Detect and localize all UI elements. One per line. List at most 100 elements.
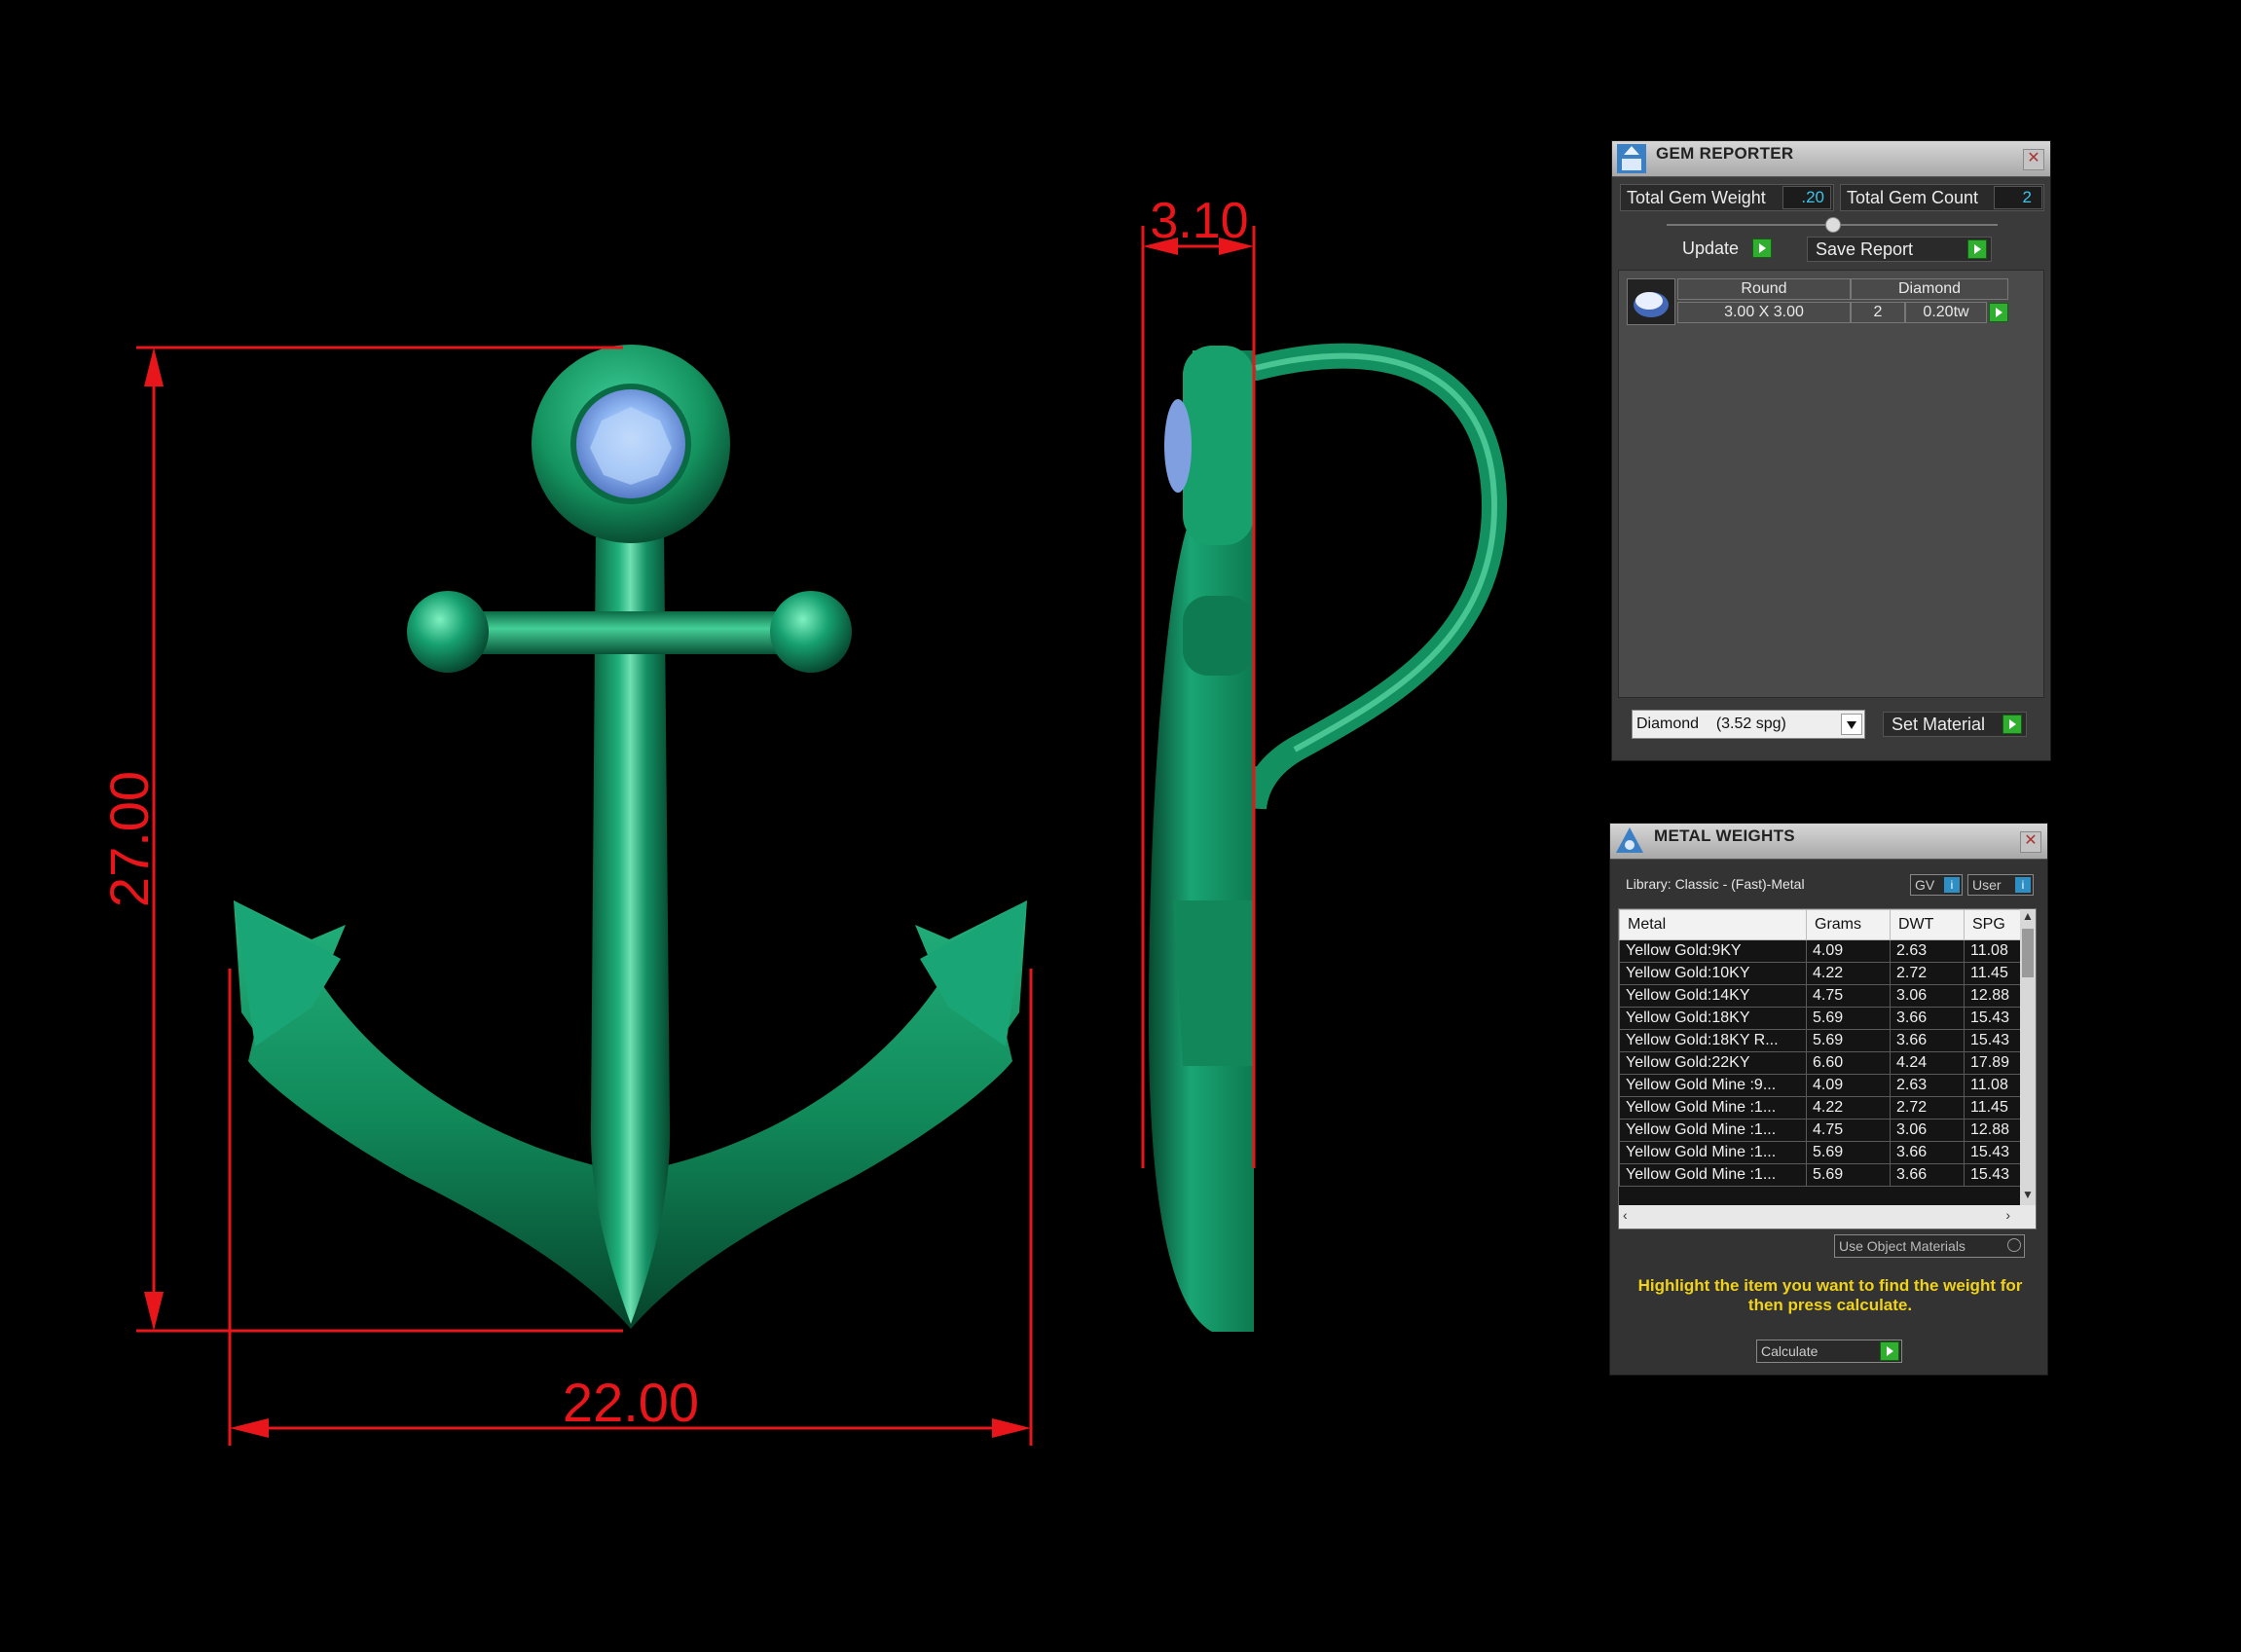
dwt-cell: 3.06 bbox=[1890, 1119, 1965, 1142]
use-object-materials-checkbox[interactable]: Use Object Materials bbox=[1834, 1234, 2025, 1258]
calculate-play-icon[interactable] bbox=[1880, 1341, 1899, 1361]
grams-cell: 6.60 bbox=[1806, 1051, 1891, 1075]
table-row[interactable]: Yellow Gold Mine :1... 4.75 3.06 12.88 bbox=[1619, 1119, 2021, 1142]
total-gem-weight-text: .20 bbox=[1801, 188, 1824, 206]
update-button[interactable]: Update bbox=[1674, 237, 1776, 262]
gem-list-item[interactable]: Round Diamond 3.00 X 3.00 2 0.20tw bbox=[1627, 278, 2008, 327]
metal-cell: Yellow Gold:9KY bbox=[1619, 939, 1807, 963]
table-row[interactable]: Yellow Gold Mine :9... 4.09 2.63 11.08 bbox=[1619, 1074, 2021, 1097]
spg-cell: 12.88 bbox=[1964, 1119, 2021, 1142]
user-toggle[interactable]: User i bbox=[1967, 874, 2034, 896]
metal-cell: Yellow Gold:22KY bbox=[1619, 1051, 1807, 1075]
dwt-cell: 3.66 bbox=[1890, 1163, 1965, 1187]
dwt-cell: 4.24 bbox=[1890, 1051, 1965, 1075]
table-row[interactable]: Yellow Gold:18KY 5.69 3.66 15.43 bbox=[1619, 1007, 2021, 1030]
gv-toggle[interactable]: GV i bbox=[1910, 874, 1963, 896]
table-row[interactable]: Yellow Gold:9KY 4.09 2.63 11.08 bbox=[1619, 939, 2021, 963]
metal-table-container: Metal Grams DWT SPG Yellow Gold:9KY 4.09 2… bbox=[1618, 908, 2037, 1230]
metal-cell: Yellow Gold:18KY R... bbox=[1619, 1029, 1807, 1052]
spg-cell: 15.43 bbox=[1964, 1007, 2021, 1030]
table-row[interactable]: Yellow Gold Mine :1... 5.69 3.66 15.43 bbox=[1619, 1163, 2021, 1187]
calculate-button[interactable]: Calculate bbox=[1756, 1340, 1902, 1363]
spg-cell: 12.88 bbox=[1964, 984, 2021, 1008]
grams-cell: 4.75 bbox=[1806, 984, 1891, 1008]
set-material-label: Set Material bbox=[1892, 715, 1986, 734]
gem-reporter-title: GEM REPORTER bbox=[1656, 144, 1794, 163]
save-report-play-icon[interactable] bbox=[1967, 239, 1987, 259]
gv-label: GV bbox=[1915, 877, 1935, 893]
dwt-cell: 3.06 bbox=[1890, 984, 1965, 1008]
column-header-grams[interactable]: Grams bbox=[1806, 909, 1891, 940]
spg-cell: 11.45 bbox=[1964, 962, 2021, 985]
gem-reporter-close-icon[interactable]: ✕ bbox=[2023, 149, 2044, 170]
gem-size-cell: 3.00 X 3.00 bbox=[1677, 302, 1851, 323]
set-material-button[interactable]: Set Material bbox=[1883, 712, 2027, 737]
chevron-down-icon[interactable] bbox=[1841, 714, 1862, 735]
material-select[interactable]: Diamond (3.52 spg) bbox=[1632, 710, 1865, 739]
info-icon[interactable]: i bbox=[2015, 877, 2031, 893]
grams-cell: 5.69 bbox=[1806, 1007, 1891, 1030]
metal-cell: Yellow Gold Mine :1... bbox=[1619, 1163, 1807, 1187]
scroll-right-icon[interactable]: › bbox=[2005, 1207, 2010, 1223]
table-row[interactable]: Yellow Gold Mine :1... 5.69 3.66 15.43 bbox=[1619, 1141, 2021, 1164]
dimension-width-label: 22.00 bbox=[563, 1372, 699, 1433]
dwt-cell: 3.66 bbox=[1890, 1007, 1965, 1030]
dwt-cell: 3.66 bbox=[1890, 1141, 1965, 1164]
table-row[interactable]: Yellow Gold:10KY 4.22 2.72 11.45 bbox=[1619, 962, 2021, 985]
vertical-scrollbar[interactable]: ▲ ▼ bbox=[2020, 909, 2036, 1205]
scroll-left-icon[interactable]: ‹ bbox=[1623, 1207, 1628, 1223]
table-row[interactable]: Yellow Gold Mine :1... 4.22 2.72 11.45 bbox=[1619, 1096, 2021, 1120]
horizontal-scrollbar[interactable]: ‹ › bbox=[1619, 1205, 2036, 1229]
gem-size-slider-handle[interactable] bbox=[1825, 217, 1841, 233]
spg-cell: 11.08 bbox=[1964, 939, 2021, 963]
checkbox-icon[interactable] bbox=[2007, 1238, 2021, 1252]
spg-cell: 15.43 bbox=[1964, 1141, 2021, 1164]
metal-weights-close-icon[interactable]: ✕ bbox=[2020, 831, 2041, 853]
table-row[interactable]: Yellow Gold:14KY 4.75 3.06 12.88 bbox=[1619, 984, 2021, 1008]
metal-cell: Yellow Gold:10KY bbox=[1619, 962, 1807, 985]
scroll-down-icon[interactable]: ▼ bbox=[2020, 1188, 2036, 1205]
gem-material-cell: Diamond bbox=[1851, 278, 2008, 300]
metal-cell: Yellow Gold:18KY bbox=[1619, 1007, 1807, 1030]
spg-cell: 11.08 bbox=[1964, 1074, 2021, 1097]
grams-cell: 5.69 bbox=[1806, 1141, 1891, 1164]
column-header-spg[interactable]: SPG bbox=[1964, 909, 2021, 940]
grams-cell: 4.09 bbox=[1806, 1074, 1891, 1097]
metal-table: Metal Grams DWT SPG Yellow Gold:9KY 4.09 2… bbox=[1619, 909, 2021, 1187]
grams-cell: 5.69 bbox=[1806, 1029, 1891, 1052]
info-icon[interactable]: i bbox=[1944, 877, 1960, 893]
update-play-icon[interactable] bbox=[1752, 239, 1772, 258]
scale-icon bbox=[1616, 827, 1643, 853]
save-report-button[interactable]: Save Report bbox=[1807, 237, 1992, 262]
table-row[interactable]: Yellow Gold:22KY 6.60 4.24 17.89 bbox=[1619, 1051, 2021, 1075]
total-gem-weight-label: Total Gem Weight bbox=[1627, 188, 1766, 207]
metal-weights-panel: METAL WEIGHTS ✕ Library: Classic - (Fast… bbox=[1609, 823, 2048, 1376]
gem-shape-cell: Round bbox=[1677, 278, 1851, 300]
total-gem-weight-value: .20 bbox=[1782, 186, 1831, 209]
metal-cell: Yellow Gold Mine :1... bbox=[1619, 1141, 1807, 1164]
gem-row-play-icon[interactable] bbox=[1989, 303, 2008, 322]
gem-side bbox=[1164, 399, 1192, 493]
grams-cell: 4.75 bbox=[1806, 1119, 1891, 1142]
gem-reporter-titlebar[interactable]: GEM REPORTER ✕ bbox=[1612, 141, 2050, 177]
anchor-front-view bbox=[234, 345, 1027, 1329]
total-gem-count-text: 2 bbox=[2022, 188, 2032, 206]
material-select-value: Diamond (3.52 spg) bbox=[1636, 716, 1786, 732]
grams-cell: 4.22 bbox=[1806, 962, 1891, 985]
metal-cell: Yellow Gold:14KY bbox=[1619, 984, 1807, 1008]
set-material-play-icon[interactable] bbox=[2002, 715, 2022, 734]
metal-weights-titlebar[interactable]: METAL WEIGHTS ✕ bbox=[1610, 824, 2047, 860]
dwt-cell: 2.63 bbox=[1890, 939, 1965, 963]
dwt-cell: 2.72 bbox=[1890, 962, 1965, 985]
dwt-cell: 2.72 bbox=[1890, 1096, 1965, 1120]
column-header-dwt[interactable]: DWT bbox=[1890, 909, 1965, 940]
gem-reporter-panel: GEM REPORTER ✕ Total Gem Weight .20 Tota… bbox=[1611, 140, 2051, 761]
round-gem-icon bbox=[1634, 292, 1669, 317]
scroll-up-icon[interactable]: ▲ bbox=[2020, 909, 2036, 927]
metal-cell: Yellow Gold Mine :1... bbox=[1619, 1119, 1807, 1142]
scroll-thumb[interactable] bbox=[2022, 929, 2034, 977]
dimension-height-label: 27.00 bbox=[98, 771, 160, 907]
use-object-materials-label: Use Object Materials bbox=[1839, 1238, 1965, 1254]
table-row[interactable]: Yellow Gold:18KY R... 5.69 3.66 15.43 bbox=[1619, 1029, 2021, 1052]
column-header-metal[interactable]: Metal bbox=[1619, 909, 1807, 940]
